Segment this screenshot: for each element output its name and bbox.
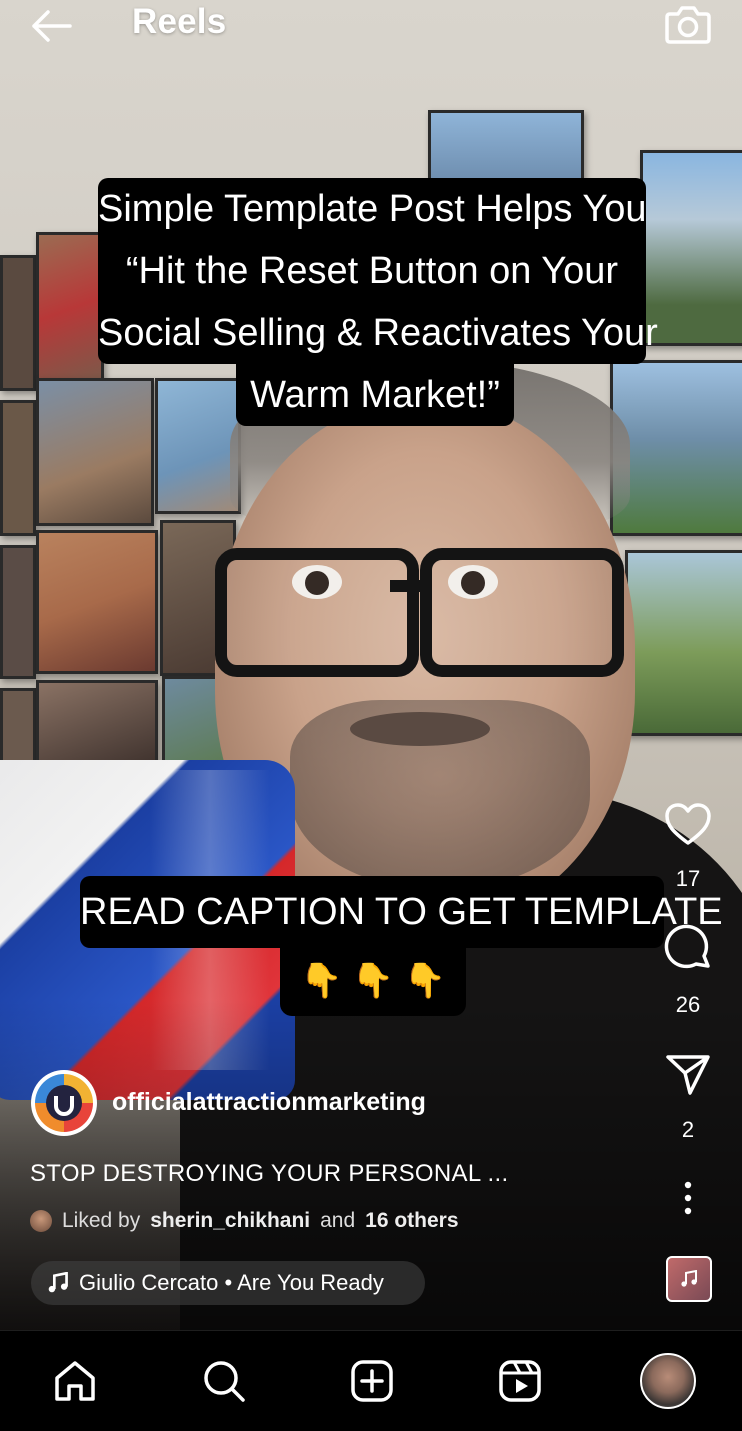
more-options-button[interactable] xyxy=(660,1172,716,1224)
page-title: Reels xyxy=(132,2,227,41)
wall-photo xyxy=(0,545,36,679)
person-moustache xyxy=(350,712,490,746)
nav-home[interactable] xyxy=(47,1353,103,1409)
nav-search[interactable] xyxy=(196,1353,252,1409)
more-vertical-icon xyxy=(684,1181,692,1215)
comment-button[interactable] xyxy=(660,922,716,974)
liked-by-others[interactable]: 16 others xyxy=(365,1209,458,1233)
comment-count: 26 xyxy=(675,992,701,1017)
wall-photo xyxy=(36,378,154,526)
cta-text: READ CAPTION TO GET TEMPLATE xyxy=(80,876,723,948)
wall-photo xyxy=(0,255,36,391)
author-username[interactable]: officialattractionmarketing xyxy=(112,1088,426,1117)
wall-photo xyxy=(0,400,36,536)
reel-video[interactable]: Simple Template Post Helps You “Hit the … xyxy=(0,0,742,1330)
nav-profile[interactable] xyxy=(640,1353,696,1409)
liked-by-and: and xyxy=(320,1209,356,1232)
headline-line-4: Warm Market!” xyxy=(236,364,514,426)
like-count: 17 xyxy=(675,866,701,891)
cta-emoji: 👇 👇 👇 xyxy=(280,946,466,1016)
wall-photo xyxy=(428,110,584,182)
liked-by-prefix: Liked by xyxy=(62,1209,141,1232)
wall-photo xyxy=(36,232,104,386)
wall-photo xyxy=(625,550,742,736)
wall-photo xyxy=(155,378,241,514)
camera-button[interactable] xyxy=(664,2,712,46)
liked-by-user[interactable]: sherin_chikhani xyxy=(150,1209,310,1233)
wall-photo xyxy=(36,530,158,674)
music-note-icon xyxy=(48,1272,68,1293)
comment-icon xyxy=(664,924,710,969)
liked-by-row[interactable]: Liked by sherin_chikhani and 16 others xyxy=(30,1209,459,1233)
audio-thumbnail[interactable] xyxy=(666,1256,712,1302)
glasses-left xyxy=(215,548,419,677)
audio-track-label: Giulio Cercato • Are You Ready xyxy=(79,1270,384,1295)
music-note-icon xyxy=(681,1270,697,1287)
reels-icon xyxy=(499,1360,541,1402)
heart-icon xyxy=(665,803,711,845)
nav-create[interactable] xyxy=(344,1353,400,1409)
reels-screen: Simple Template Post Helps You “Hit the … xyxy=(0,0,742,1431)
headline-line-1: Simple Template Post Helps You xyxy=(98,178,647,240)
liker-avatar xyxy=(30,1210,52,1232)
back-button[interactable] xyxy=(28,6,76,46)
like-button[interactable] xyxy=(660,798,716,850)
author-avatar[interactable] xyxy=(31,1070,97,1136)
audio-track-button[interactable]: Giulio Cercato • Are You Ready xyxy=(31,1261,425,1305)
post-caption[interactable]: STOP DESTROYING YOUR PERSONAL ... xyxy=(30,1160,508,1188)
glasses-bridge xyxy=(390,580,430,592)
home-icon xyxy=(55,1361,95,1401)
brand-logo-icon xyxy=(33,1072,95,1134)
bottom-nav xyxy=(0,1330,742,1431)
headline-line-3: Social Selling & Reactivates Your xyxy=(98,302,658,364)
camera-icon xyxy=(665,6,711,44)
share-button[interactable] xyxy=(660,1048,716,1100)
profile-avatar xyxy=(640,1353,696,1409)
plus-square-icon xyxy=(351,1360,393,1402)
glasses-right xyxy=(420,548,624,677)
headline-line-2: “Hit the Reset Button on Your xyxy=(98,240,646,302)
arrow-left-icon xyxy=(32,10,72,42)
paper-plane-icon xyxy=(666,1055,710,1095)
share-count: 2 xyxy=(681,1117,695,1142)
nav-reels[interactable] xyxy=(492,1353,548,1409)
search-icon xyxy=(204,1361,245,1402)
